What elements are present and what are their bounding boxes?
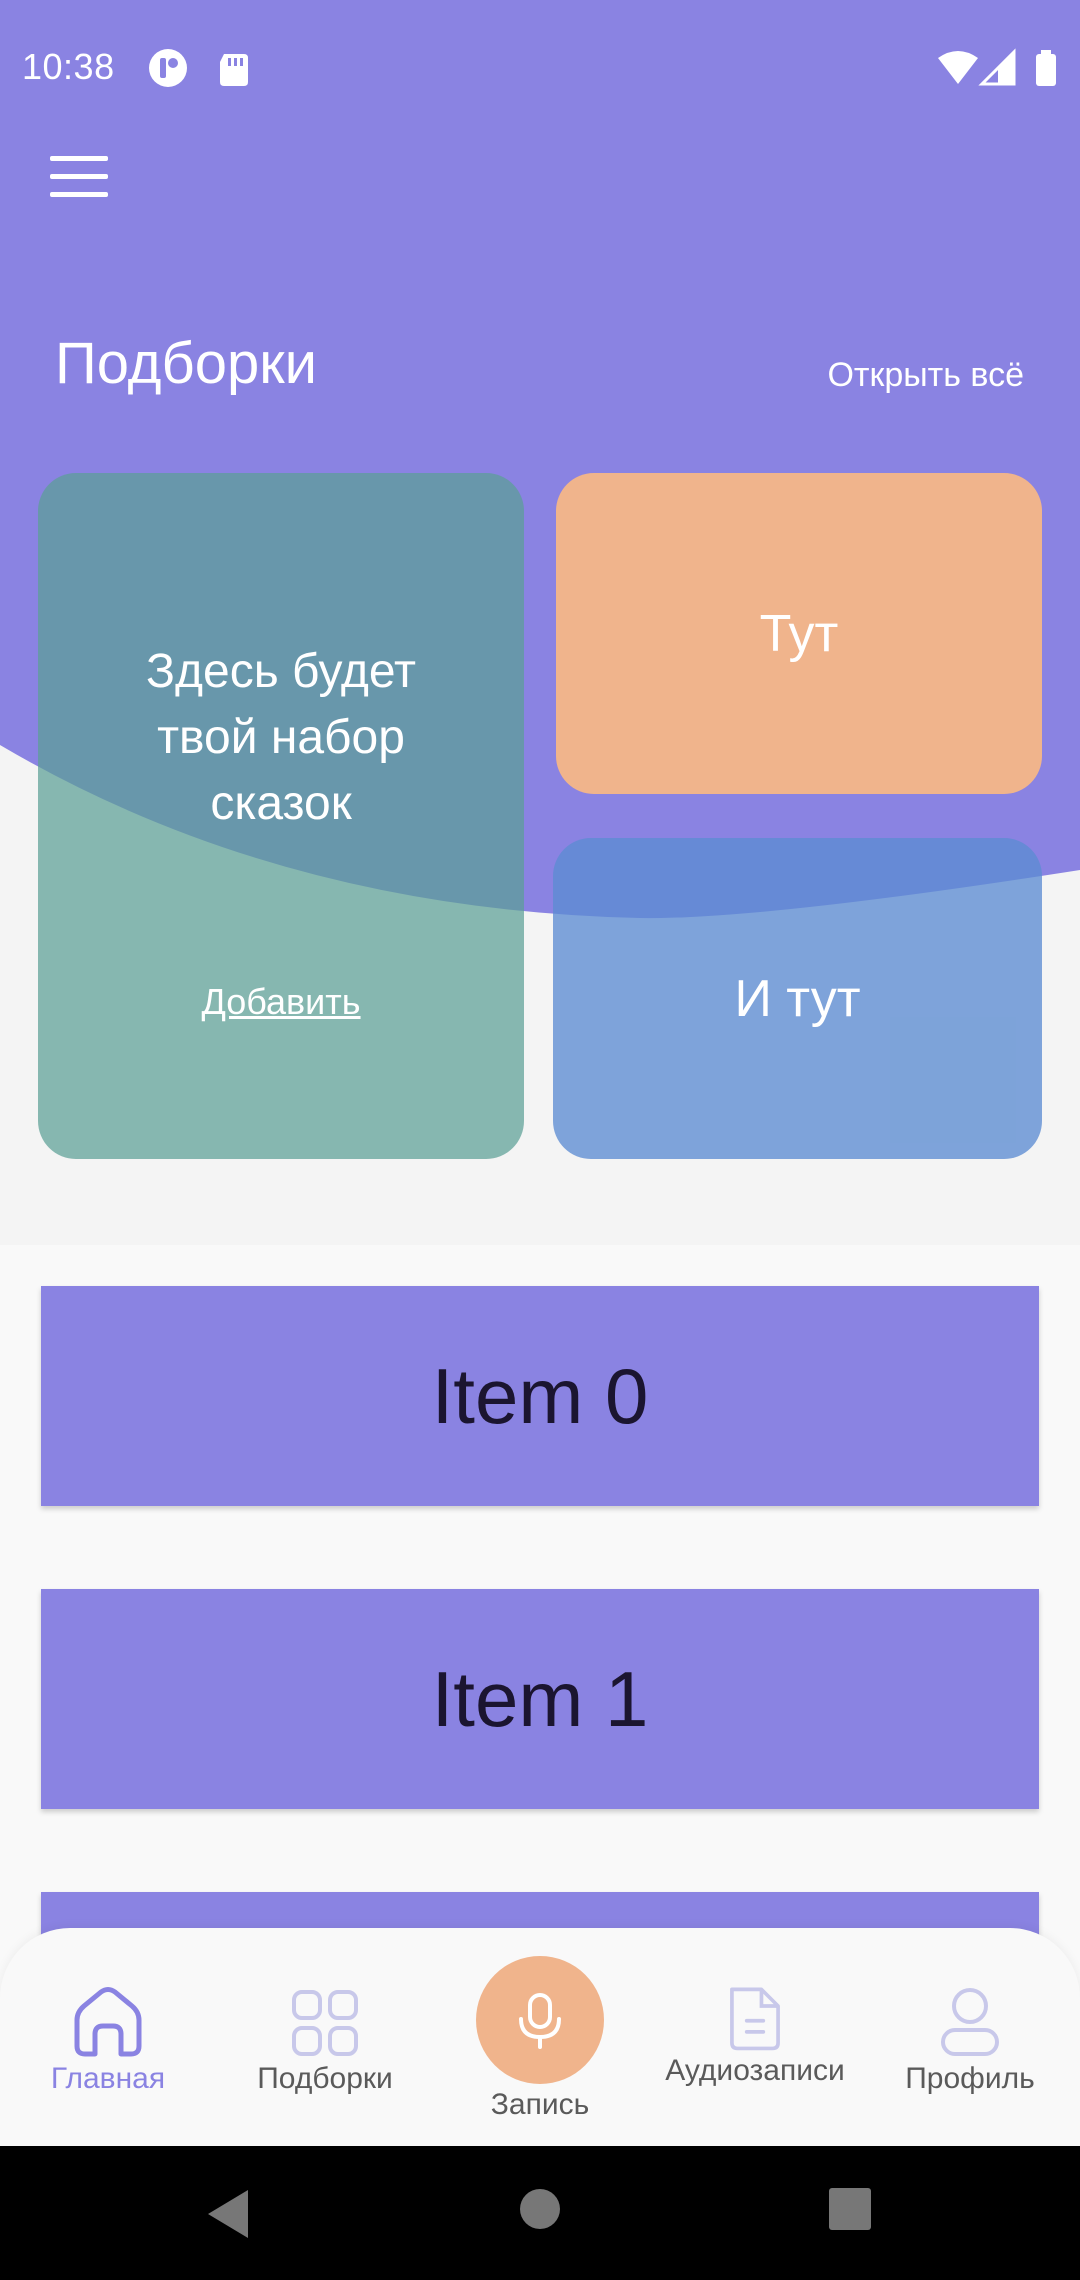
nav-item-profile[interactable]: Профиль: [890, 1928, 1050, 2146]
collection-card-main[interactable]: Здесь будет твой набор сказок Добавить: [38, 473, 524, 1159]
back-icon[interactable]: [204, 2186, 252, 2242]
home-circle-icon[interactable]: [519, 2188, 561, 2230]
app-notification-icon: [149, 49, 187, 87]
system-navigation-bar: [0, 2146, 1080, 2280]
recents-square-icon[interactable]: [829, 2188, 871, 2230]
nav-label-collections: Подборки: [257, 2062, 393, 2095]
open-all-link[interactable]: Открыть всё: [827, 356, 1024, 395]
grid-icon: [292, 1990, 358, 2056]
sd-card-icon: [220, 54, 248, 86]
nav-label-home: Главная: [50, 2062, 166, 2095]
record-button[interactable]: [476, 1956, 604, 2084]
collection-card-and-here[interactable]: И тут: [553, 838, 1042, 1159]
status-bar: 10:38: [0, 0, 1080, 136]
collection-card-here[interactable]: Тут: [556, 473, 1042, 794]
nav-label-profile: Профиль: [905, 2062, 1035, 2095]
wifi-icon: [938, 51, 978, 84]
add-link[interactable]: Добавить: [201, 981, 360, 1023]
document-icon: [730, 1987, 780, 2051]
status-time: 10:38: [22, 46, 115, 87]
home-icon: [74, 1987, 142, 2057]
microphone-icon: [519, 1993, 561, 2049]
collections-title: Подборки: [55, 331, 318, 396]
nav-label-record: Запись: [490, 2088, 590, 2121]
nav-item-audio[interactable]: Аудиозаписи: [650, 1928, 860, 2146]
nav-item-home[interactable]: Главная: [30, 1928, 186, 2146]
nav-item-collections[interactable]: Подборки: [240, 1928, 410, 2146]
list-item[interactable]: Item 1: [41, 1589, 1039, 1809]
profile-icon: [941, 1988, 999, 2056]
status-right-icons: [938, 48, 1056, 86]
list-item[interactable]: Item 0: [41, 1286, 1039, 1506]
battery-icon: [1036, 50, 1056, 86]
collection-card-main-text: Здесь будет твой набор сказок: [146, 645, 416, 830]
hamburger-menu-icon[interactable]: [50, 156, 110, 200]
nav-label-audio: Аудиозаписи: [665, 2054, 845, 2087]
